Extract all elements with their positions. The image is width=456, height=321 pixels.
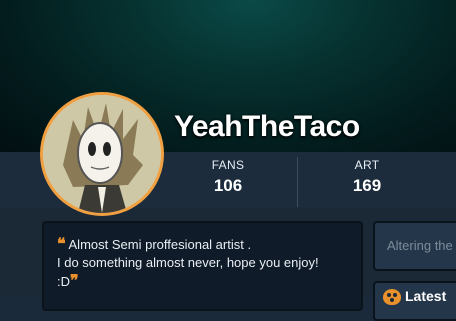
bio-line-1: ❝ Almost Semi proffesional artist . [57,235,361,254]
avatar[interactable] [40,92,164,216]
bio-line-2: I do something almost never, hope you en… [57,255,319,270]
status-input[interactable]: Altering the [373,221,456,271]
art-stat[interactable]: ART 169 [317,158,417,196]
stats-divider [297,157,298,207]
latest-section-header[interactable]: Latest [373,281,456,321]
art-count: 169 [352,176,382,195]
cartoon-character-icon [43,95,161,213]
bio-line-3: :D❞ [57,272,361,291]
open-quote-icon: ❝ [57,234,66,253]
fans-count: 106 [213,176,243,195]
username[interactable]: YeahTheTaco [174,110,360,144]
latest-title: Latest [405,288,447,304]
bio-text-1: Almost Semi proffesional artist . [68,237,252,252]
art-label: ART [354,158,380,172]
palette-icon [383,289,401,306]
bio-text-3: :D [57,274,70,289]
close-quote-icon: ❞ [70,271,79,290]
fans-label: FANS [211,158,245,172]
bio-box: ❝ Almost Semi proffesional artist . I do… [42,221,363,311]
fans-stat[interactable]: FANS 106 [178,158,278,196]
